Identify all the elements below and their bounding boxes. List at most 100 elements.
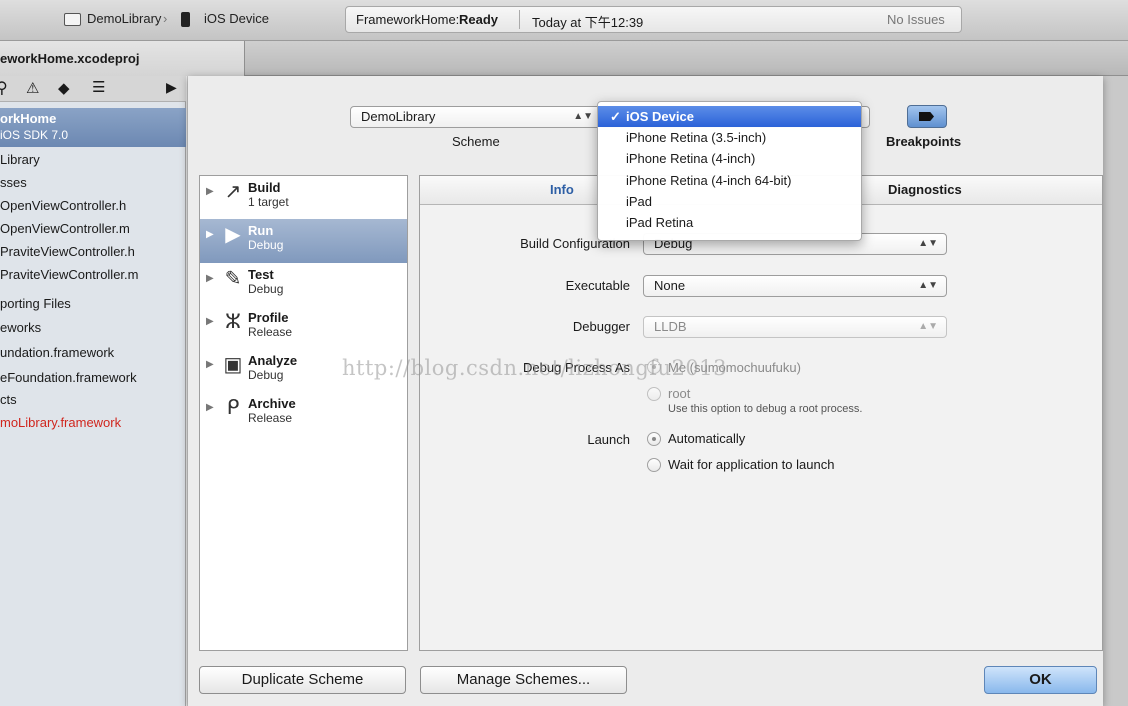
popup-arrows-icon: ▲▼ [918,238,938,249]
archive-icon: ᑭ [226,397,240,419]
action-name: Analyze [248,353,298,368]
action-name: Test [248,267,274,282]
breakpoint-nav-icon[interactable]: ◆ [58,79,70,97]
tab-project[interactable]: eworkHome.xcodeproj [0,41,245,76]
action-subtitle: 1 target [248,195,289,209]
disclosure-triangle-icon[interactable]: ▶ [206,402,214,413]
action-test[interactable]: ▶ ✎ Test Debug [200,263,407,307]
play-icon: ▶ [225,224,241,246]
debug-process-root-radio [647,387,661,401]
action-subtitle: Debug [248,238,284,252]
menu-item-iphone-retina-3-5[interactable]: iPhone Retina (3.5-inch) [598,127,861,148]
nav-item[interactable]: undation.framework [0,341,186,364]
executable-popup[interactable]: None ▲▼ [643,275,947,297]
debugger-label: Debugger [572,319,630,334]
activity-status-bar: FrameworkHome: Ready Today at 下午12:39 No… [345,6,962,33]
menu-item-ios-device[interactable]: ✓ iOS Device [598,106,861,127]
warning-icon[interactable]: ⚠ [26,79,39,97]
disclosure-triangle-icon[interactable]: ▶ [206,186,214,197]
breadcrumb-chevron-icon: › [163,11,168,26]
nav-item[interactable]: sses [0,171,186,194]
action-name: Build [248,180,281,195]
scheme-label: Scheme [452,134,500,149]
search-icon[interactable]: ⚲ [0,78,8,98]
breakpoint-icon [919,112,934,121]
status-time: Today at 下午12:39 [532,15,644,30]
duplicate-scheme-button[interactable]: Duplicate Scheme [199,666,406,694]
menu-item-label: iOS Device [626,109,694,124]
executable-label: Executable [565,278,630,293]
action-name: Profile [248,310,289,325]
menu-item-iphone-retina-4-64bit[interactable]: iPhone Retina (4-inch 64-bit) [598,170,861,191]
status-state: Ready [459,12,499,27]
scheme-popup-value: DemoLibrary [361,109,436,124]
launch-wait-label: Wait for application to launch [668,457,835,472]
debugger-value: LLDB [654,319,687,334]
action-archive[interactable]: ▶ ᑭ Archive Release [200,392,407,436]
navigator-selected-project[interactable]: orkHome iOS SDK 7.0 [0,108,186,147]
breakpoints-label: Breakpoints [886,134,962,149]
hammer-icon: ↗ [224,181,242,203]
menu-item-iphone-retina-4[interactable]: iPhone Retina (4-inch) [598,148,861,169]
status-issues: No Issues [887,12,945,27]
nav-item[interactable]: eFoundation.framework [0,366,186,389]
disclosure-triangle-icon[interactable]: ▶ [206,273,214,284]
checkmark-icon: ✓ [610,109,621,124]
breadcrumb-device[interactable]: iOS Device [204,11,269,26]
disclosure-triangle-icon[interactable]: ▶ [206,229,214,240]
action-profile[interactable]: ▶ ⵣ Profile Release [200,306,407,350]
nav-item[interactable]: OpenViewController.h [0,194,186,217]
menu-item-ipad[interactable]: iPad [598,191,861,212]
action-build[interactable]: ▶ ↗ Build 1 target [200,176,407,220]
breadcrumb-project[interactable]: DemoLibrary [87,11,161,26]
scheme-popup[interactable]: DemoLibrary ▲▼ [350,106,602,128]
breakpoints-toggle[interactable] [907,105,947,128]
disclosure-triangle-icon[interactable]: ▶ [206,359,214,370]
tab-diagnostics[interactable]: Diagnostics [888,182,962,197]
debug-process-root-hint: Use this option to debug a root process. [668,403,863,415]
nav-item[interactable]: OpenViewController.m [0,217,186,240]
navigator-selector-bar: ⚲ ⚠ ◆ ☰ ▶ [0,76,186,102]
action-subtitle: Debug [248,368,284,382]
nav-item[interactable]: eworks [0,316,186,339]
launch-automatically-radio[interactable] [647,432,661,446]
project-sdk: iOS SDK 7.0 [0,128,69,142]
folder-icon [64,13,81,26]
tab-title: eworkHome.xcodeproj [0,51,140,66]
action-name: Run [248,223,274,238]
disclosure-triangle-icon[interactable]: ▶ [206,316,214,327]
nav-item[interactable]: PraviteViewController.h [0,240,186,263]
tag-icon[interactable]: ▶ [166,79,177,96]
popup-arrows-icon: ▲▼ [918,280,938,291]
action-subtitle: Debug [248,282,284,296]
action-name: Archive [248,396,296,411]
popup-arrows-icon: ▲▼ [918,321,938,332]
executable-value: None [654,278,686,293]
action-run[interactable]: ▶ ▶ Run Debug [200,219,407,263]
status-app-name: FrameworkHome: [356,12,460,27]
tab-info[interactable]: Info [550,182,574,197]
device-icon [181,12,190,27]
nav-item[interactable]: porting Files [0,292,186,315]
watermark: http://blog.csdn.net/lizhongfu2013 [342,356,728,380]
nav-item[interactable]: Library [0,148,186,171]
project-name: orkHome [0,111,57,126]
launch-label: Launch [587,432,630,447]
nav-item[interactable]: PraviteViewController.m [0,263,186,286]
manage-schemes-button[interactable]: Manage Schemes... [420,666,627,694]
status-divider [519,10,520,29]
launch-automatically-label: Automatically [668,431,746,446]
tuning-fork-icon: ⵣ [225,311,241,333]
debug-process-root-label: root [668,386,691,401]
nav-item-missing-framework[interactable]: moLibrary.framework [0,411,186,434]
debugger-popup: LLDB ▲▼ [643,316,947,338]
action-subtitle: Release [248,411,293,425]
launch-wait-radio[interactable] [647,458,661,472]
menu-item-ipad-retina[interactable]: iPad Retina [598,212,861,233]
ok-button[interactable]: OK [984,666,1097,694]
analyze-icon: ▣ [223,354,243,376]
nav-item[interactable]: cts [0,388,186,411]
list-icon[interactable]: ☰ [92,78,105,96]
popup-arrows-icon: ▲▼ [573,111,593,122]
action-subtitle: Release [248,325,293,339]
